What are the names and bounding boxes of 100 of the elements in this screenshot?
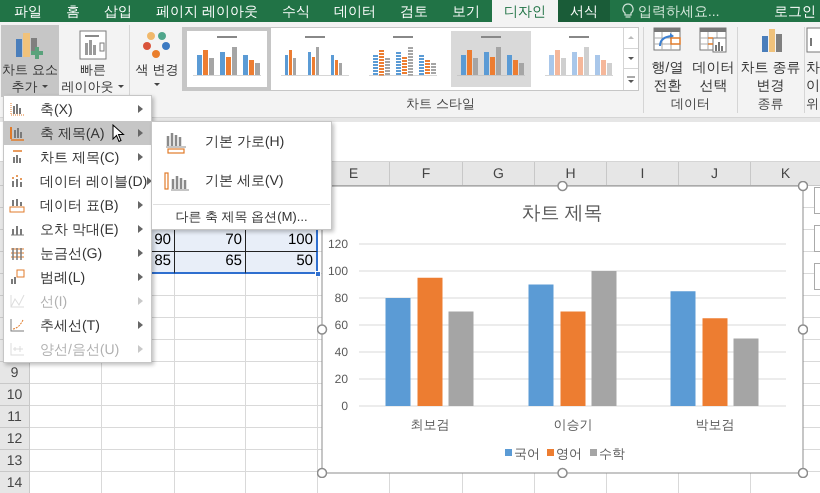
legend-label: 수학 (599, 446, 625, 461)
menu-item[interactable]: 추세선(T) (4, 313, 151, 337)
resize-handle[interactable] (798, 181, 808, 192)
ribbon-tab[interactable]: 삽입 (92, 0, 144, 22)
submenu-arrow-icon (138, 201, 143, 209)
ribbon-tab[interactable]: 디자인 (492, 0, 558, 22)
submenu-arrow-icon (138, 249, 143, 257)
column-header[interactable]: G (463, 162, 535, 186)
row-header[interactable]: 9 (0, 362, 30, 384)
caret-icon (116, 84, 124, 89)
ribbon-button[interactable]: 데이터 선택 (691, 26, 736, 94)
submenu-item[interactable]: 기본 세로(V) (152, 161, 331, 200)
table-cell: 100 (246, 230, 318, 252)
menu-item[interactable]: 차트 제목(C) (4, 145, 151, 169)
menu-item[interactable]: 축(X) (4, 97, 151, 121)
axis-label: 40 (334, 345, 348, 359)
menu-item[interactable]: 축 제목(A) (4, 121, 151, 145)
submenu-arrow-icon (147, 177, 152, 185)
table-cell (30, 406, 102, 428)
submenu-arrow-icon (138, 129, 143, 137)
scroll-down-icon (626, 54, 636, 63)
table-cell (175, 428, 246, 450)
legend-icon (9, 269, 25, 285)
layout-icon (77, 29, 109, 61)
chart-thumbnail-icon (451, 31, 531, 87)
row-header[interactable]: 12 (0, 428, 30, 450)
table-cell (30, 428, 102, 450)
table-cell (175, 340, 246, 362)
axis-title-icon (9, 125, 25, 141)
ribbon-tab[interactable]: 파일 (0, 0, 54, 22)
ribbon-tab[interactable]: 데이터 (322, 0, 388, 22)
row-header[interactable]: 11 (0, 406, 30, 428)
row-header[interactable]: 10 (0, 384, 30, 406)
resize-handle[interactable] (317, 468, 328, 478)
table-cell (175, 450, 246, 472)
ribbon-tab[interactable]: 서식 (558, 0, 610, 22)
ribbon-tab[interactable]: 검토 (388, 0, 440, 22)
sign-in-link[interactable]: 로그인 (774, 0, 820, 22)
column-header[interactable]: H (535, 162, 607, 186)
trendline-icon (9, 317, 25, 333)
chart-style-thumbnail[interactable] (183, 28, 271, 90)
ribbon-button[interactable]: 차트 종류 변경 (740, 26, 802, 94)
category-label: 최보검 (410, 417, 450, 432)
chart-thumbnail-icon (187, 31, 267, 87)
ribbon-button[interactable]: 행/열 전환 (645, 26, 690, 94)
menu-item[interactable]: 데이터 레이블(D) (4, 169, 151, 193)
submenu-arrow-icon (138, 297, 143, 305)
table-cell (246, 406, 318, 428)
row-header[interactable]: 14 (0, 472, 30, 493)
table-cell (246, 296, 318, 318)
resize-handle[interactable] (798, 468, 808, 478)
menu-item[interactable]: 다른 축 제목 옵션(M)... (152, 206, 331, 228)
ribbon-tab[interactable]: 페이지 레이아웃 (144, 0, 270, 22)
submenu-arrow-icon (138, 105, 143, 113)
ribbon-button[interactable]: 차 이 (806, 22, 820, 94)
table-cell (175, 296, 246, 318)
table-cell (30, 384, 102, 406)
chart-title[interactable]: 차트 제목 (521, 203, 603, 224)
resize-handle[interactable] (557, 181, 568, 192)
caret-icon (153, 82, 161, 87)
menu-item[interactable]: 데이터 표(B) (4, 193, 151, 217)
legend-label: 국어 (514, 446, 540, 461)
submenu-arrow-icon (138, 225, 143, 233)
submenu-arrow-icon (138, 345, 143, 353)
column-header[interactable]: J (679, 162, 751, 186)
row-header[interactable]: 13 (0, 450, 30, 472)
ribbon-tab[interactable]: 보기 (440, 0, 492, 22)
axis-label: 0 (341, 399, 348, 413)
menu-item[interactable]: 오차 막대(E) (4, 217, 151, 241)
table-cell (246, 340, 318, 362)
table-cell (246, 450, 318, 472)
column-header[interactable]: K (751, 162, 820, 186)
ribbon-tab[interactable]: 수식 (270, 0, 322, 22)
table-cell (175, 318, 246, 340)
menu-item[interactable]: 눈금선(G) (4, 241, 151, 265)
ribbon-tab[interactable]: 홈 (54, 0, 92, 22)
resize-handle[interactable] (798, 324, 808, 335)
submenu-item[interactable]: 기본 가로(H) (152, 122, 331, 161)
ribbon-button[interactable]: 차트 요소 추가 (1, 25, 59, 97)
table-chart-icon (698, 26, 728, 54)
lightbulb-icon (622, 3, 634, 19)
table-cell: 50 (246, 252, 318, 274)
data-table-icon (9, 197, 25, 213)
table-cell (175, 274, 246, 296)
bar (734, 338, 758, 406)
data-labels-icon (9, 173, 25, 189)
search-field[interactable]: 입력하세요... (638, 0, 720, 22)
resize-handle[interactable] (317, 324, 328, 335)
table-cell (246, 428, 318, 450)
fill-handle[interactable] (315, 271, 321, 277)
axis-label: 100 (328, 264, 348, 278)
group-label: 종류 (758, 95, 784, 113)
submenu-arrow-icon (138, 321, 143, 329)
group-label: 위 (806, 95, 819, 113)
axis-label: 80 (334, 291, 348, 305)
column-header[interactable]: F (390, 162, 463, 186)
column-header[interactable]: I (607, 162, 679, 186)
ribbon-button[interactable]: 색 변경 (134, 25, 180, 97)
menu-item[interactable]: 범례(L) (4, 265, 151, 289)
resize-handle[interactable] (557, 468, 568, 478)
